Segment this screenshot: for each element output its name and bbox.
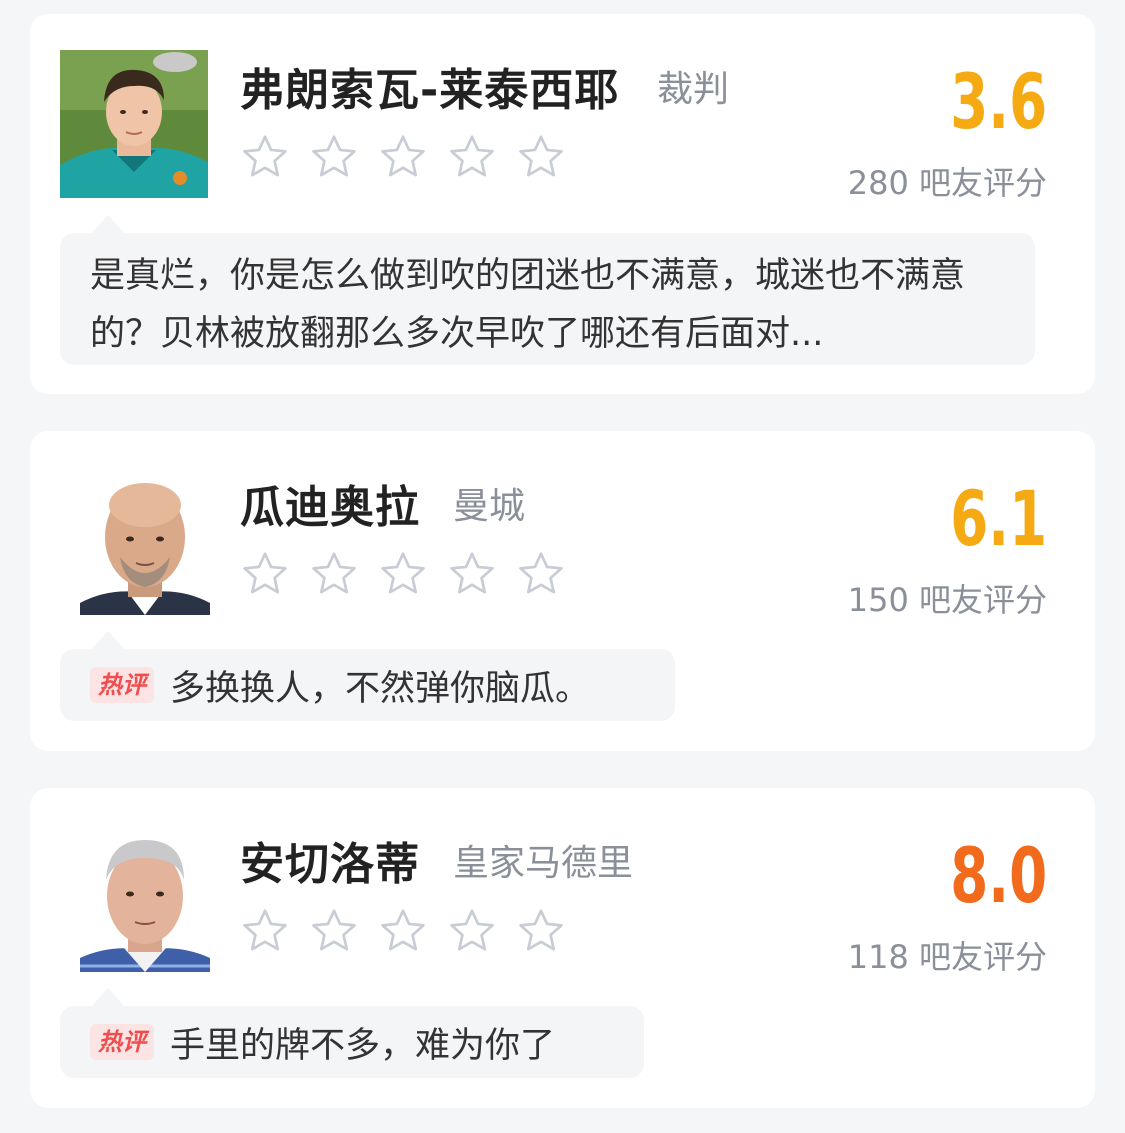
hot-comment-badge: 热评 (90, 667, 154, 703)
hot-comment-badge: 热评 (90, 1024, 154, 1060)
rating-count: 118 吧友评分 (847, 938, 1047, 976)
star-icon[interactable] (516, 549, 566, 599)
person-name: 瓜迪奥拉 (240, 482, 420, 533)
rating-list: 弗朗索瓦-莱泰西耶 裁判 3.6 280 吧友评分 是真烂，你是怎么做到吹的团迷… (0, 0, 1125, 1133)
comment-text: 多换换人，不然弹你脑瓜。 (170, 668, 591, 709)
star-icon[interactable] (447, 549, 497, 599)
coach-avatar[interactable] (80, 465, 210, 615)
star-rating-input[interactable] (240, 906, 566, 956)
star-icon[interactable] (240, 549, 290, 599)
star-rating-input[interactable] (240, 132, 566, 182)
star-rating-input[interactable] (240, 549, 566, 599)
rating-count: 280 吧友评分 (847, 164, 1047, 202)
referee-photo-icon (60, 50, 208, 198)
person-role: 曼城 (453, 486, 526, 527)
coach-photo-icon (80, 465, 210, 615)
person-role: 裁判 (657, 69, 730, 110)
rating-count: 150 吧友评分 (847, 581, 1047, 619)
top-comment[interactable]: 热评 多换换人，不然弹你脑瓜。 (60, 631, 675, 721)
comment-text: 手里的牌不多，难为你了 (170, 1025, 556, 1066)
star-icon[interactable] (309, 132, 359, 182)
average-score: 3.6 (950, 57, 1047, 146)
average-score: 6.1 (950, 474, 1047, 563)
star-icon[interactable] (240, 132, 290, 182)
star-icon[interactable] (378, 906, 428, 956)
rating-card[interactable]: 瓜迪奥拉 曼城 6.1 150 吧友评分 热评 多换换人，不然弹你脑瓜。 (30, 431, 1095, 751)
comment-text: 是真烂，你是怎么做到吹的团迷也不满意，城迷也不满意的？贝林被放翻那么多次早吹了哪… (90, 256, 966, 354)
star-icon[interactable] (447, 906, 497, 956)
rating-card[interactable]: 弗朗索瓦-莱泰西耶 裁判 3.6 280 吧友评分 是真烂，你是怎么做到吹的团迷… (30, 14, 1095, 394)
top-comment[interactable]: 是真烂，你是怎么做到吹的团迷也不满意，城迷也不满意的？贝林被放翻那么多次早吹了哪… (60, 215, 1035, 365)
star-icon[interactable] (309, 906, 359, 956)
star-icon[interactable] (309, 549, 359, 599)
star-icon[interactable] (378, 132, 428, 182)
rating-card[interactable]: 安切洛蒂 皇家马德里 8.0 118 吧友评分 热评 手里的牌不多，难为你了 (30, 788, 1095, 1108)
star-icon[interactable] (378, 549, 428, 599)
top-comment[interactable]: 热评 手里的牌不多，难为你了 (60, 988, 644, 1078)
star-icon[interactable] (516, 906, 566, 956)
person-role: 皇家马德里 (453, 843, 634, 884)
star-icon[interactable] (240, 906, 290, 956)
coach-avatar[interactable] (80, 822, 210, 972)
star-icon[interactable] (447, 132, 497, 182)
coach-photo-icon (80, 822, 210, 972)
person-name: 弗朗索瓦-莱泰西耶 (240, 65, 620, 116)
referee-avatar[interactable] (60, 50, 208, 198)
person-name: 安切洛蒂 (240, 839, 420, 890)
average-score: 8.0 (950, 831, 1047, 920)
star-icon[interactable] (516, 132, 566, 182)
